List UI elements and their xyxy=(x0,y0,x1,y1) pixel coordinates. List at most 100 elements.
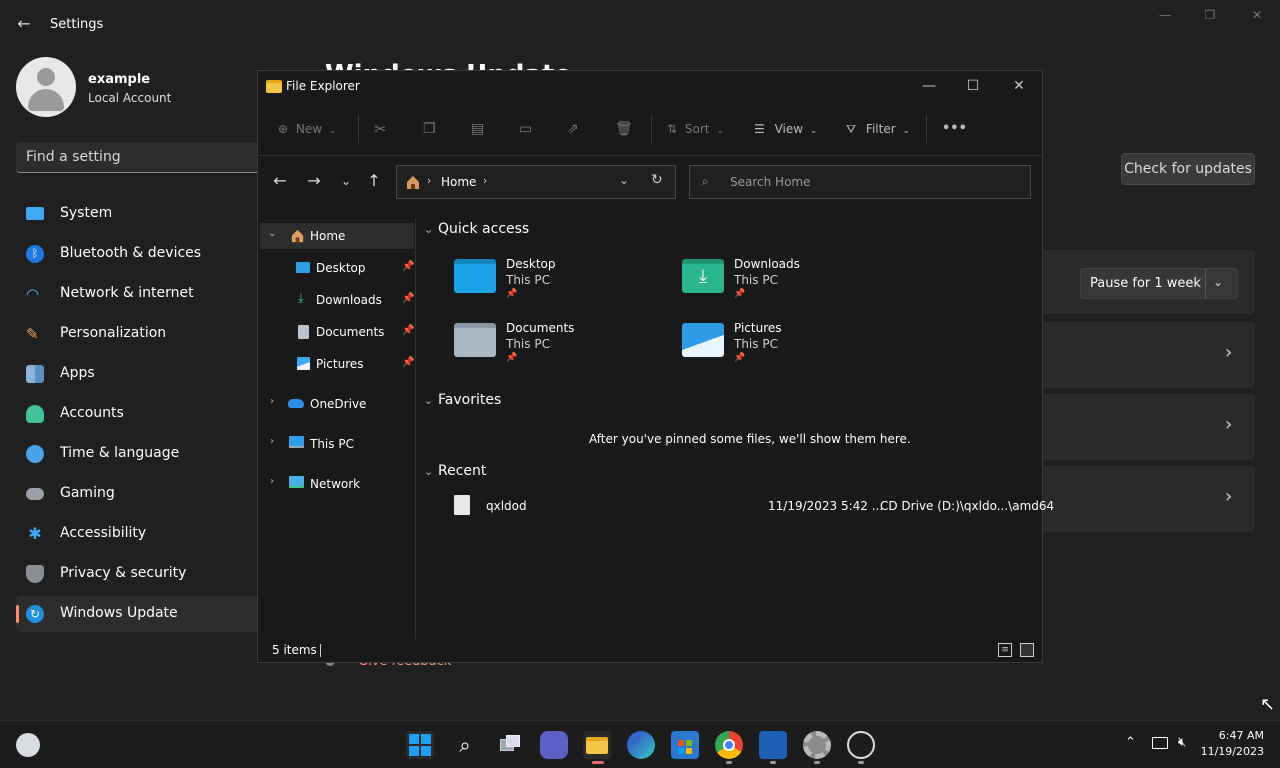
sidebar-item-apps[interactable]: Apps xyxy=(16,356,276,392)
close-button[interactable]: ✕ xyxy=(1245,8,1269,26)
sidebar-item-downloads[interactable]: ⤓ Downloads 📌 xyxy=(260,287,414,313)
favorites-header[interactable]: ⌄ Favorites xyxy=(424,392,501,408)
search-input[interactable]: ⌕ Search Home xyxy=(689,165,1031,199)
download-icon: ⤓ xyxy=(682,259,724,293)
rename-icon[interactable]: ▭ xyxy=(519,115,532,143)
remote-desktop-icon[interactable] xyxy=(759,731,787,759)
chat-icon[interactable] xyxy=(540,731,568,759)
breadcrumb[interactable]: Home xyxy=(441,175,476,189)
list-item[interactable]: qxldod 11/19/2023 5:42 ... CD Drive (D:)… xyxy=(446,493,1054,519)
tiles-view-icon[interactable] xyxy=(1020,643,1034,657)
chevron-right-icon: › xyxy=(1225,414,1233,435)
pin-icon: 📌 xyxy=(402,357,415,368)
search-icon[interactable]: ⌕ xyxy=(451,731,479,759)
obs-icon[interactable] xyxy=(847,731,875,759)
sidebar-item-pictures[interactable]: Pictures 📌 xyxy=(260,351,414,377)
filter-button[interactable]: ⛛ Filter ⌄ xyxy=(846,115,910,143)
check-for-updates-button[interactable]: Check for updates xyxy=(1121,153,1255,185)
cut-icon[interactable]: ✂ xyxy=(374,115,387,143)
sidebar-item-system[interactable]: System xyxy=(16,196,276,232)
maximize-button[interactable]: ☐ xyxy=(958,75,988,97)
sidebar-item-accounts[interactable]: Accounts xyxy=(16,396,276,432)
details-view-icon[interactable]: ≡ xyxy=(998,643,1012,657)
sidebar-item-onedrive[interactable]: › OneDrive xyxy=(260,391,414,417)
recent-locations-chevron-icon[interactable]: ⌄ xyxy=(334,169,358,193)
chevron-right-icon[interactable]: › xyxy=(270,396,274,407)
minimize-button[interactable]: — xyxy=(1153,8,1177,26)
sidebar-item-privacy[interactable]: Privacy & security xyxy=(16,556,276,592)
task-view-icon[interactable] xyxy=(496,731,524,759)
weather-icon[interactable] xyxy=(16,733,40,757)
sidebar-item-network[interactable]: › Network xyxy=(260,471,414,497)
quick-access-tile-downloads[interactable]: ⤓ Downloads This PC 📌 xyxy=(682,257,892,307)
settings-card[interactable]: › xyxy=(1043,322,1255,388)
pin-icon: 📌 xyxy=(506,353,518,363)
chevron-down-icon[interactable]: ⌄ xyxy=(619,173,629,187)
pause-updates-dropdown[interactable]: Pause for 1 week ⌄ xyxy=(1080,268,1238,299)
user-account-type: Local Account xyxy=(88,91,172,105)
minimize-button[interactable]: — xyxy=(914,75,944,97)
sidebar-item-desktop[interactable]: Desktop 📌 xyxy=(260,255,414,281)
quick-access-header[interactable]: ⌄ Quick access xyxy=(424,221,529,237)
file-explorer-taskbar-icon[interactable] xyxy=(583,731,611,759)
back-arrow-icon[interactable]: ← xyxy=(14,14,34,34)
home-icon xyxy=(291,229,304,243)
clock-time[interactable]: 6:47 AM xyxy=(1200,729,1264,742)
paste-icon[interactable]: ▤ xyxy=(471,115,484,143)
up-arrow-icon[interactable]: ↑ xyxy=(362,169,386,193)
chevron-right-icon[interactable]: › xyxy=(270,476,274,487)
pictures-icon xyxy=(682,323,724,357)
sidebar-item-network[interactable]: ◠ Network & internet xyxy=(16,276,276,312)
new-button[interactable]: ⊕ New ⌄ xyxy=(278,115,336,143)
sort-button[interactable]: ⇅ Sort ⌄ xyxy=(667,115,724,143)
quick-access-tile-pictures[interactable]: Pictures This PC 📌 xyxy=(682,321,892,371)
pin-icon: 📌 xyxy=(402,293,415,304)
avatar[interactable] xyxy=(16,57,76,117)
monitor-icon xyxy=(289,436,304,448)
settings-card[interactable]: › xyxy=(1043,466,1255,532)
sidebar-item-time-language[interactable]: Time & language xyxy=(16,436,276,472)
chevron-right-icon[interactable]: › xyxy=(270,436,274,447)
sidebar-item-accessibility[interactable]: ✱ Accessibility xyxy=(16,516,276,552)
delete-icon[interactable]: 🗑 xyxy=(615,115,633,143)
quick-access-tile-desktop[interactable]: Desktop This PC 📌 xyxy=(454,257,664,307)
address-bar[interactable]: › Home › ⌄ ↻ xyxy=(396,165,676,199)
chevron-up-icon[interactable]: ⌃ xyxy=(1125,735,1136,750)
bluetooth-icon: ᛒ xyxy=(26,245,44,263)
search-icon: ⌕ xyxy=(702,174,709,188)
sidebar-item-bluetooth[interactable]: ᛒ Bluetooth & devices xyxy=(16,236,276,272)
start-button[interactable] xyxy=(406,731,434,759)
sidebar-item-this-pc[interactable]: › This PC xyxy=(260,431,414,457)
view-button[interactable]: ☰ View ⌄ xyxy=(754,115,817,143)
breadcrumb-chevron-icon[interactable]: › xyxy=(483,174,487,187)
cloud-icon xyxy=(288,399,304,408)
display-icon[interactable] xyxy=(1152,737,1168,749)
back-arrow-icon[interactable]: ← xyxy=(268,169,292,193)
pin-icon: 📌 xyxy=(402,261,415,272)
sidebar-item-home[interactable]: ⌄ Home xyxy=(260,223,414,249)
sidebar-item-gaming[interactable]: Gaming xyxy=(16,476,276,512)
refresh-icon[interactable]: ↻ xyxy=(651,172,663,188)
quick-access-tile-documents[interactable]: Documents This PC 📌 xyxy=(454,321,664,371)
recent-header[interactable]: ⌄ Recent xyxy=(424,463,486,479)
chrome-icon[interactable] xyxy=(715,731,743,759)
clock-date[interactable]: 11/19/2023 xyxy=(1196,745,1264,758)
close-button[interactable]: ✕ xyxy=(1004,75,1034,97)
share-icon[interactable]: ⇗ xyxy=(567,115,579,143)
more-options-button[interactable]: ••• xyxy=(942,115,967,143)
forward-arrow-icon[interactable]: → xyxy=(302,169,326,193)
sidebar-item-documents[interactable]: Documents 📌 xyxy=(260,319,414,345)
edge-icon[interactable] xyxy=(627,731,655,759)
maximize-button[interactable]: ❐ xyxy=(1198,8,1222,26)
pin-icon: 📌 xyxy=(506,289,518,299)
copy-icon[interactable]: ❐ xyxy=(423,115,436,143)
store-icon[interactable] xyxy=(671,731,699,759)
settings-gear-icon[interactable] xyxy=(803,731,831,759)
find-setting-input[interactable]: Find a setting xyxy=(16,142,276,173)
chevron-down-icon[interactable]: ⌄ xyxy=(268,228,276,239)
settings-card[interactable]: › xyxy=(1043,394,1255,460)
sidebar-item-personalization[interactable]: ✎ Personalization xyxy=(16,316,276,352)
chevron-down-icon: ⌄ xyxy=(424,465,434,478)
volume-muted-icon[interactable]: 🔇︎ xyxy=(1178,735,1186,750)
sidebar-item-windows-update[interactable]: ↻ Windows Update xyxy=(16,596,276,632)
